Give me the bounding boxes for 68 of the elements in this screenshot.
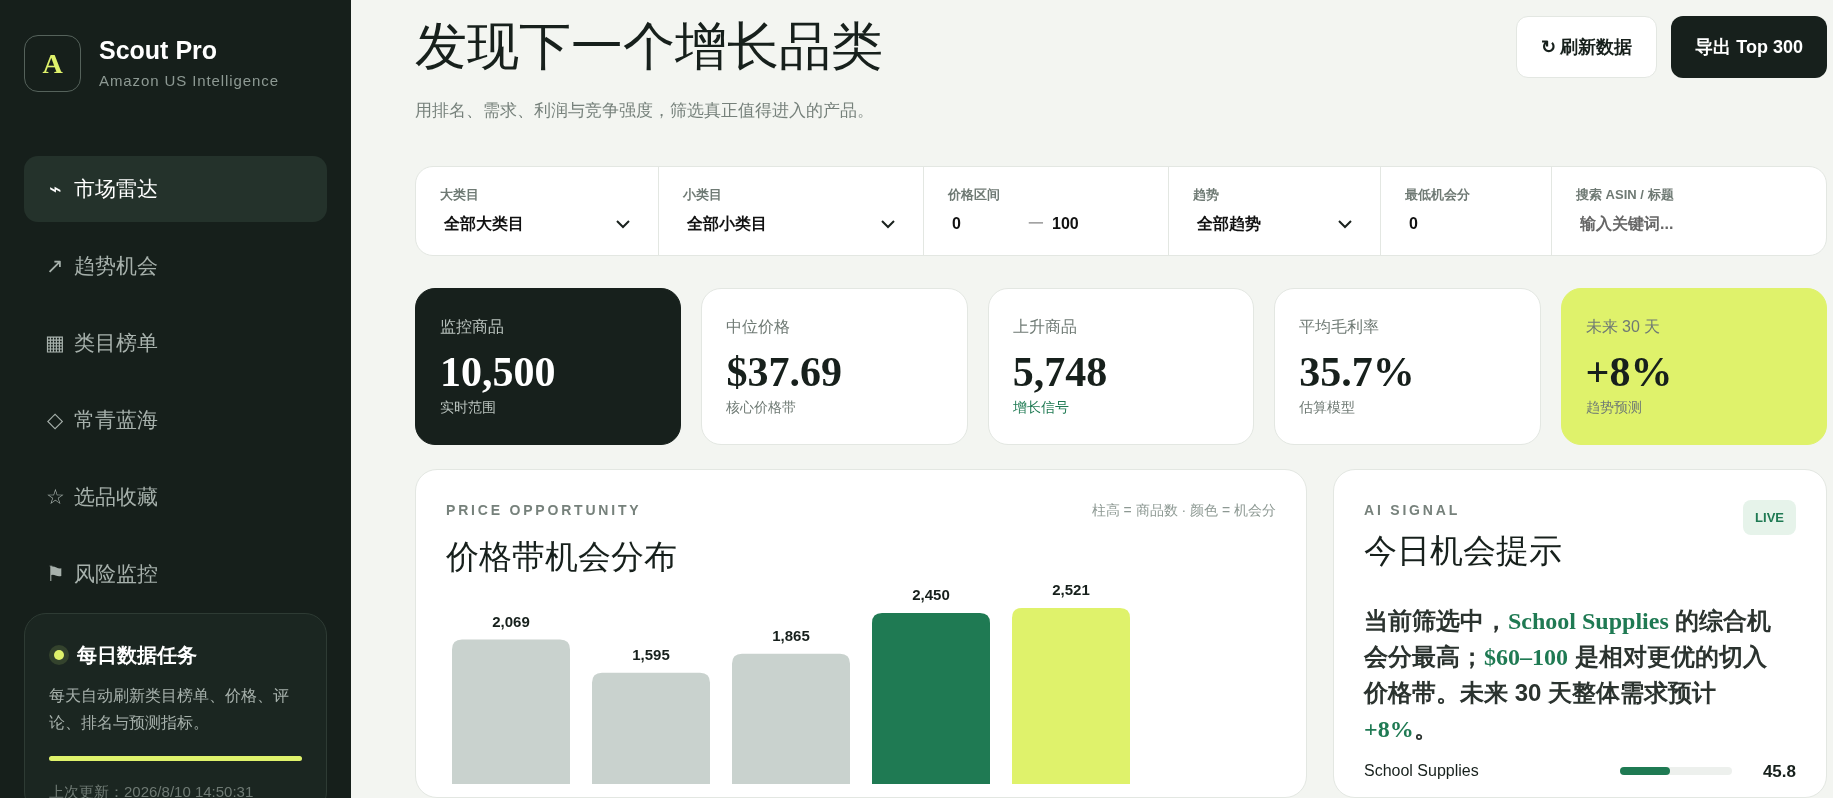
logo-badge: A [24,35,81,93]
filter-label: 最低机会分 [1405,185,1471,204]
chevron-down-icon [881,219,895,229]
nav-item[interactable]: ▦ 类目榜单 [24,309,327,376]
page-title: 发现下一个增长品类 [415,17,883,77]
bar-value-label: 2,069 [492,612,530,630]
task-description: 每天自动刷新类目榜单、价格、评论、排名与预测指标。 [49,685,290,733]
metric-value: +8% [1585,347,1674,397]
min-price-input[interactable]: 0 [948,212,1028,237]
signal-text: 当前筛选中，School Supplies 的综合机会分最高；$60–100 是相对更优的切入价格带。未来 30 天整体需求预计 +8%。 [1364,605,1773,744]
metric-note: 增长信号 [1012,397,1070,417]
nav-item[interactable]: ⚑ 风险监控 [24,540,327,607]
metric-value: $37.69 [726,347,843,397]
metric-note: 核心价格带 [726,397,798,417]
panel-title: 价格带机会分布 [446,537,678,577]
nav-item[interactable]: ⌁ 市场雷达 [24,155,327,222]
filter-label: 价格区间 [948,185,1001,204]
score-value: 45.8 [1762,760,1796,783]
nav-icon: ◇ [44,404,66,436]
score-label: School Supplies [1364,761,1480,782]
panel-title: 今日机会提示 [1364,532,1563,571]
panel-eyebrow: AI SIGNAL [1364,500,1460,520]
bar-value-label: 2,450 [912,585,950,603]
search-field[interactable]: 输入关键词... [1576,212,1802,237]
nav-item[interactable]: ↗ 趋势机会 [24,232,327,299]
max-price-input[interactable]: 100 [1052,212,1079,237]
nav-icon: ▦ [44,327,66,359]
nav-icon: ↗ [44,250,66,282]
metric-label: 中位价格 [726,316,792,337]
filter-label: 趋势 [1193,185,1220,204]
chart-legend: 柱高 = 商品数 · 颜色 = 机会分 [1091,499,1276,521]
metric-label: 未来 30 天 [1585,316,1662,337]
nav-icon: ⚑ [44,558,66,590]
nav-icon: ⌁ [44,173,66,205]
nav-item[interactable]: ◇ 常青蓝海 [24,386,327,453]
refresh-icon: ↻ [1541,33,1557,61]
metric-label: 平均毛利率 [1299,316,1381,337]
refresh-button[interactable]: ↻ 刷新数据 [1516,16,1658,78]
chevron-down-icon [1338,219,1352,229]
category-select[interactable]: 全部趋势 [1193,212,1356,237]
filter-label: 搜索 ASIN / 标题 [1576,185,1675,204]
range-separator: 一 [1028,214,1044,235]
bar-value-label: 1,595 [632,645,670,663]
nav-item[interactable]: ☆ 选品收藏 [24,463,327,530]
brand-name: Scout Pro [99,35,219,66]
bar-value-label: 1,865 [772,626,810,644]
nav-icon: ☆ [44,481,66,513]
brand-tagline: Amazon US Intelligence [99,71,279,92]
page-subtitle: 用排名、需求、利润与竞争强度，筛选真正值得进入的产品。 [415,100,875,122]
metric-note: 趋势预测 [1585,397,1643,417]
category-select[interactable]: 全部大类目 [440,212,634,237]
panel-eyebrow: PRICE OPPORTUNITY [446,500,642,520]
filter-label: 大类目 [440,185,480,204]
metric-label: 上升商品 [1012,316,1078,337]
chevron-down-icon [616,219,630,229]
metric-note: 实时范围 [440,397,497,417]
metric-value: 35.7% [1299,347,1416,397]
metric-label: 监控商品 [440,316,505,337]
task-title: 每日数据任务 [77,642,197,668]
metric-note: 估算模型 [1299,397,1357,417]
bar-value-label: 2,521 [1052,581,1090,598]
export-button[interactable]: 导出 Top 300 [1671,16,1827,78]
category-select[interactable]: 全部小类目 [683,212,899,237]
live-badge: LIVE [1743,499,1796,535]
metric-value: 10,500 [440,347,557,397]
score-input[interactable]: 0 [1405,212,1527,237]
metric-value: 5,748 [1012,347,1109,397]
filter-label: 小类目 [683,185,723,204]
